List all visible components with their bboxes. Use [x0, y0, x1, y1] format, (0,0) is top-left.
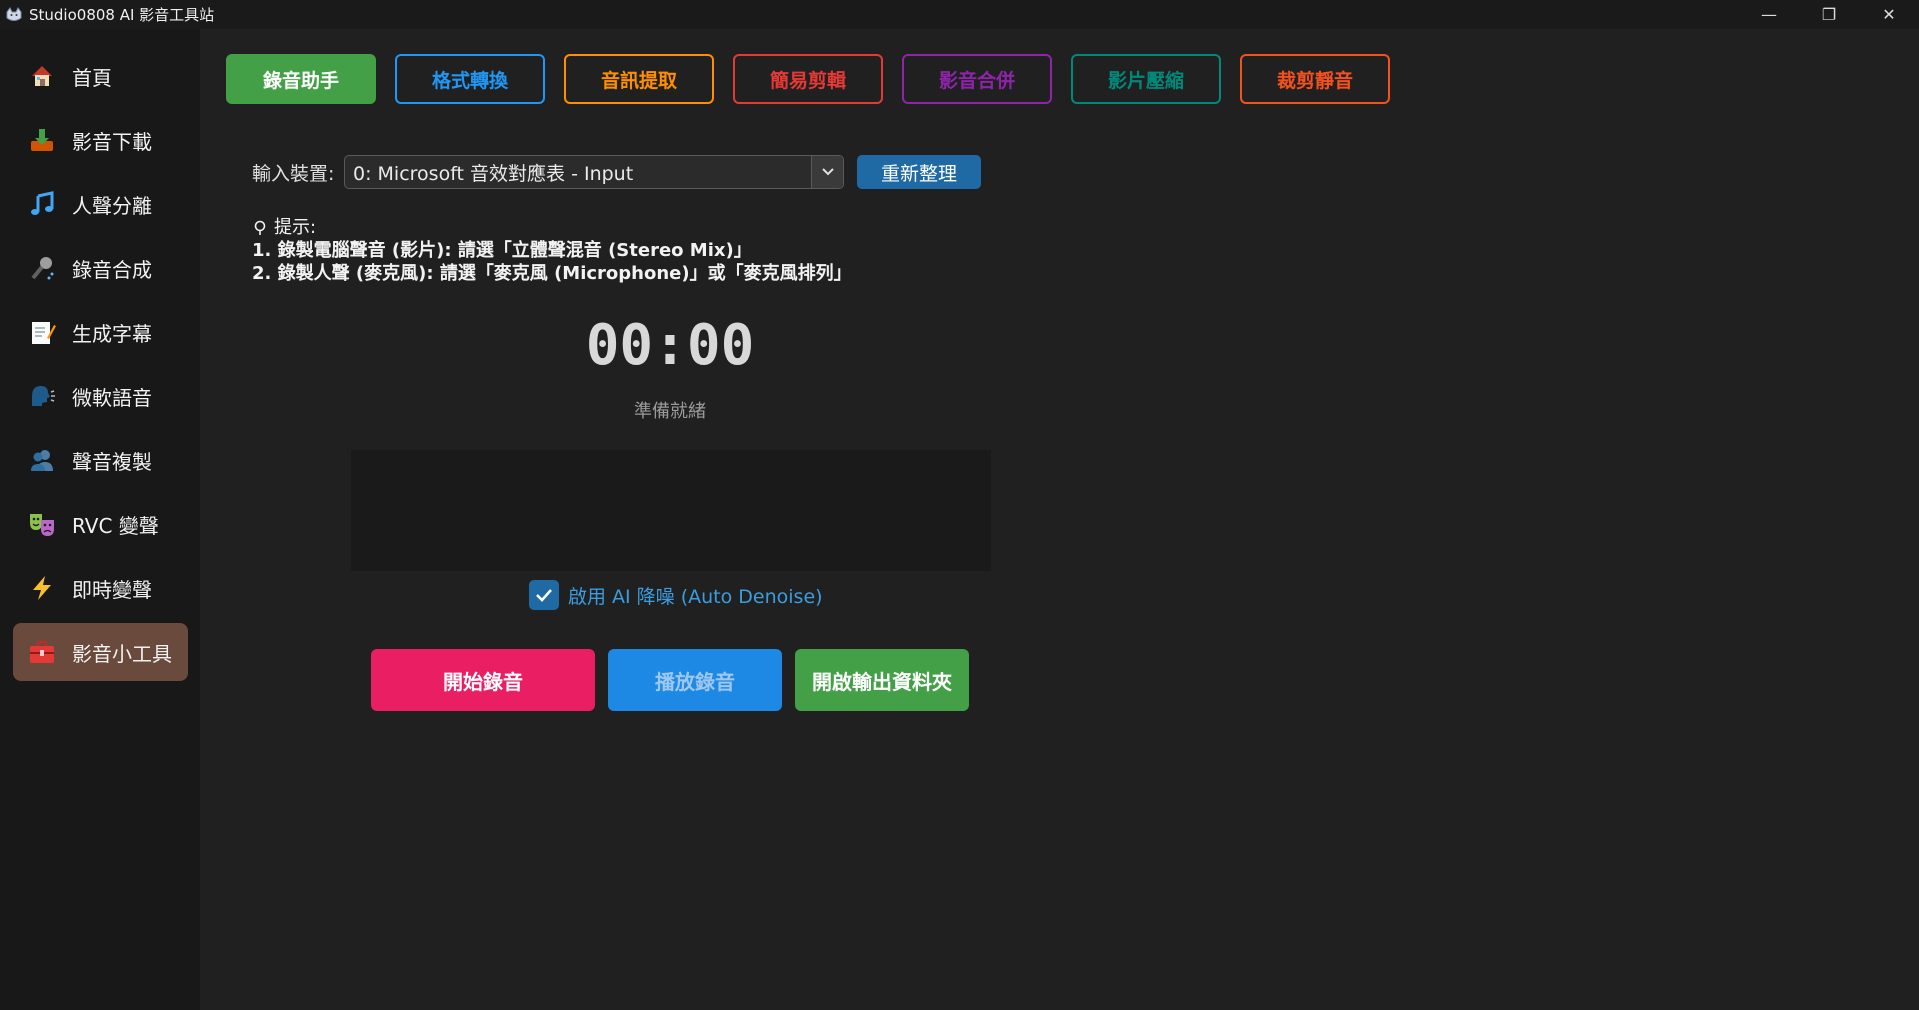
sidebar-item-recording-synthesis[interactable]: 錄音合成 — [13, 239, 188, 297]
sidebar-item-label: 人聲分離 — [72, 193, 152, 218]
people-icon — [26, 444, 58, 476]
window-title: Studio0808 AI 影音工具站 — [29, 6, 215, 24]
open-output-folder-button[interactable]: 開啟輸出資料夾 — [795, 649, 969, 711]
sidebar-item-home[interactable]: 首頁 — [13, 47, 188, 105]
speaking-head-icon — [26, 380, 58, 412]
waveform-display — [351, 450, 991, 571]
tab-audio-extract[interactable]: 音訊提取 — [564, 54, 714, 104]
sidebar-item-rvc-voice[interactable]: RVC 變聲 — [13, 495, 188, 553]
minimize-button[interactable]: — — [1739, 0, 1799, 29]
sidebar-item-label: 影音小工具 — [72, 641, 172, 666]
memo-icon — [26, 316, 58, 348]
denoise-label: 啟用 AI 降噪 (Auto Denoise) — [568, 585, 823, 608]
tip-line-2: 2. 錄製人聲 (麥克風): 請選「麥克風 (Microphone)」或「麥克風… — [252, 263, 852, 284]
tips-block: 提示: 1. 錄製電腦聲音 (影片): 請選「立體聲混音 (Stereo Mix… — [252, 216, 852, 285]
sidebar-item-download[interactable]: 影音下載 — [13, 111, 188, 169]
sidebar-item-subtitles[interactable]: 生成字幕 — [13, 303, 188, 361]
start-recording-button[interactable]: 開始錄音 — [371, 649, 595, 711]
input-device-label: 輸入裝置: — [252, 163, 335, 185]
restore-button[interactable]: ❐ — [1799, 0, 1859, 29]
input-device-select[interactable]: 0: Microsoft 音效對應表 - Input — [344, 155, 844, 189]
download-tray-icon — [26, 124, 58, 156]
recording-status: 準備就緒 — [634, 401, 706, 422]
tab-video-compress[interactable]: 影片壓縮 — [1071, 54, 1221, 104]
tips-title: 提示: — [274, 217, 317, 238]
input-device-value: 0: Microsoft 音效對應表 - Input — [353, 162, 634, 185]
lightbulb-icon — [252, 218, 268, 238]
refresh-button[interactable]: 重新整理 — [857, 155, 981, 189]
denoise-checkbox[interactable] — [529, 580, 559, 610]
tab-format-convert[interactable]: 格式轉換 — [395, 54, 545, 104]
sidebar-item-label: 微軟語音 — [72, 385, 152, 410]
sidebar-item-label: 聲音複製 — [72, 449, 152, 474]
toolbox-icon — [26, 636, 58, 668]
recording-timer: 00:00 — [585, 313, 755, 378]
tab-recording-assistant[interactable]: 錄音助手 — [226, 54, 376, 104]
sidebar: 首頁 影音下載 人聲分離 錄音合成 生成字幕 微軟語音 聲音複製 RVC 變聲 … — [0, 29, 200, 1010]
title-bar: Studio0808 AI 影音工具站 — ❐ ✕ — [0, 0, 1919, 29]
sidebar-item-microsoft-speech[interactable]: 微軟語音 — [13, 367, 188, 425]
tab-simple-edit[interactable]: 簡易剪輯 — [733, 54, 883, 104]
house-icon — [26, 60, 58, 92]
sidebar-item-label: 生成字幕 — [72, 321, 152, 346]
tab-media-merge[interactable]: 影音合併 — [902, 54, 1052, 104]
app-logo-icon — [4, 5, 24, 25]
microphone-icon — [26, 252, 58, 284]
music-note-icon — [26, 188, 58, 220]
theater-masks-icon — [26, 508, 58, 540]
sidebar-item-voice-clone[interactable]: 聲音複製 — [13, 431, 188, 489]
sidebar-item-vocal-separation[interactable]: 人聲分離 — [13, 175, 188, 233]
sidebar-item-label: 即時變聲 — [72, 577, 152, 602]
sidebar-item-label: 首頁 — [72, 65, 112, 90]
checkmark-icon — [536, 589, 552, 602]
sidebar-item-label: RVC 變聲 — [72, 513, 159, 538]
chevron-down-icon[interactable] — [811, 156, 843, 188]
sidebar-item-label: 錄音合成 — [72, 257, 152, 282]
sidebar-item-media-tools[interactable]: 影音小工具 — [13, 623, 188, 681]
close-button[interactable]: ✕ — [1859, 0, 1919, 29]
play-recording-button[interactable]: 播放錄音 — [608, 649, 782, 711]
denoise-toggle[interactable]: 啟用 AI 降噪 (Auto Denoise) — [529, 580, 823, 610]
sidebar-item-realtime-voice[interactable]: 即時變聲 — [13, 559, 188, 617]
tab-trim-silence[interactable]: 裁剪靜音 — [1240, 54, 1390, 104]
sidebar-item-label: 影音下載 — [72, 129, 152, 154]
lightning-icon — [26, 572, 58, 604]
tip-line-1: 1. 錄製電腦聲音 (影片): 請選「立體聲混音 (Stereo Mix)」 — [252, 240, 752, 261]
